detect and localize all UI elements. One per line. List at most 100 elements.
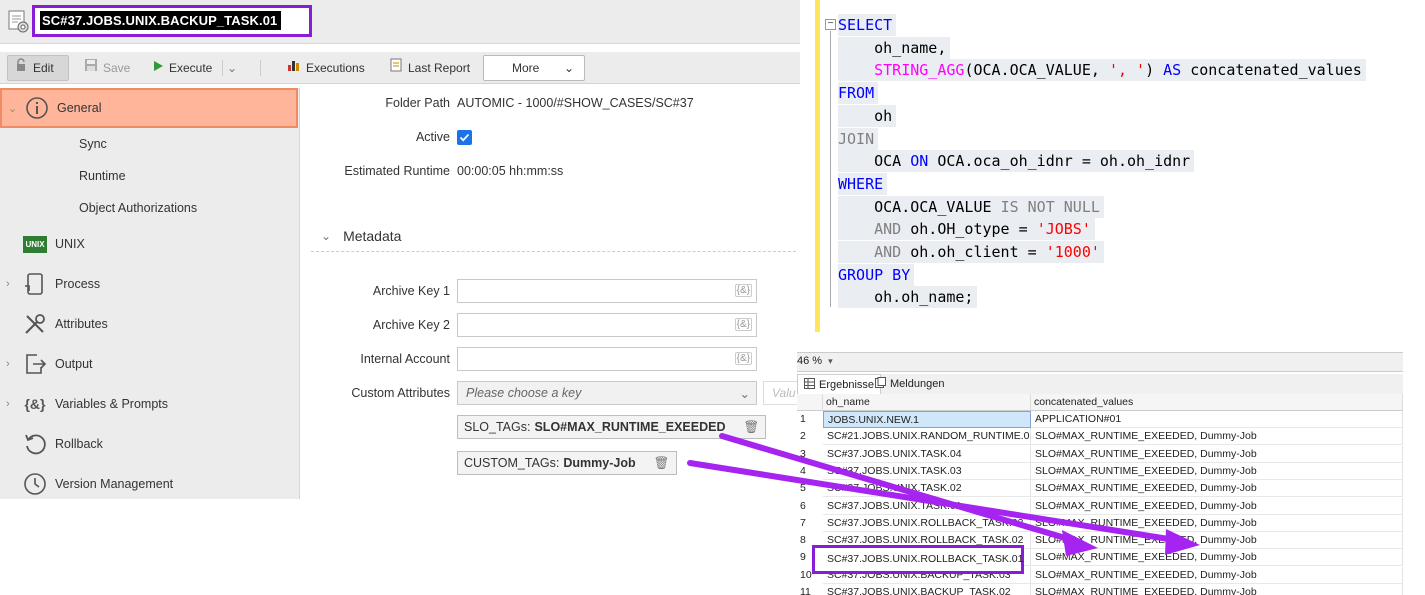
tag-key: SLO_TAGs: — [464, 420, 531, 434]
execute-label: Execute — [169, 61, 213, 75]
sidebar-item-label: Version Management — [55, 477, 174, 491]
tab-label: Ergebnisse — [819, 378, 875, 391]
metadata-section-header[interactable]: ⌄ Metadata — [321, 228, 401, 244]
cell-concatenated-values[interactable]: SLO#MAX_RUNTIME_EXEEDED, Dummy-Job — [1031, 480, 1403, 498]
sql-line: oh.oh_name; — [838, 286, 978, 309]
cell-oh-name[interactable]: SC#37.JOBS.UNIX.ROLLBACK_TASK.03 — [823, 514, 1031, 532]
execute-button[interactable]: Execute — [146, 55, 218, 81]
tag-value: SLO#MAX_RUNTIME_EXEEDED — [534, 420, 726, 434]
expand-chevron-icon[interactable]: › — [6, 278, 10, 290]
sql-editor[interactable]: − SELECT oh_name, STRING_AGG(OCA.OCA_VAL… — [815, 0, 1425, 332]
sidebar-item-rollback[interactable]: Rollback — [0, 424, 298, 464]
collapse-chevron-icon[interactable]: ⌄ — [8, 102, 17, 115]
more-dropdown[interactable]: More ⌄ — [483, 55, 585, 81]
estimated-runtime-value: 00:00:05 hh:mm:ss — [457, 164, 564, 178]
trash-icon[interactable]: 🗑 — [743, 420, 759, 435]
folder-path-value: AUTOMIC - 1000/#SHOW_CASES/SC#37 — [457, 96, 694, 110]
save-button[interactable]: Save — [78, 55, 136, 81]
cell-concatenated-values[interactable]: SLO#MAX_RUNTIME_EXEEDED, Dummy-Job — [1031, 514, 1403, 532]
cell-oh-name[interactable]: SC#37.JOBS.UNIX.BACKUP_TASK.02 — [823, 584, 1031, 595]
last-report-button[interactable]: Last Report — [383, 55, 476, 81]
sidebar-item-output[interactable]: › Output — [0, 344, 298, 384]
row-number[interactable]: 6 — [797, 498, 823, 515]
object-title: SC#37.JOBS.UNIX.BACKUP_TASK.01 — [40, 11, 282, 30]
info-icon — [24, 95, 50, 121]
sql-line: STRING_AGG(OCA.OCA_VALUE, ', ') AS conca… — [838, 59, 1366, 82]
sidebar-subitem-runtime[interactable]: Runtime — [79, 169, 126, 183]
unix-icon: UNIX — [22, 231, 48, 257]
row-number[interactable]: 1 — [797, 411, 823, 428]
custom-attribute-key-select[interactable]: Please choose a key ⌄ — [457, 381, 757, 405]
row-header-corner — [797, 394, 823, 411]
variable-picker-icon[interactable]: {&} — [734, 284, 752, 297]
cell-concatenated-values[interactable]: SLO#MAX_RUNTIME_EXEEDED, Dummy-Job — [1031, 532, 1403, 550]
variable-picker-icon[interactable]: {&} — [734, 352, 752, 365]
cell-concatenated-values[interactable]: SLO#MAX_RUNTIME_EXEEDED, Dummy-Job — [1031, 584, 1403, 595]
report-icon — [389, 55, 403, 81]
tab-label: Meldungen — [890, 378, 945, 390]
cell-oh-name[interactable]: SC#21.JOBS.UNIX.RANDOM_RUNTIME.004 — [823, 428, 1031, 446]
active-label: Active — [415, 130, 450, 144]
save-icon — [84, 55, 98, 81]
sidebar-item-process[interactable]: › Process — [0, 264, 298, 304]
cell-concatenated-values[interactable]: SLO#MAX_RUNTIME_EXEEDED, Dummy-Job — [1031, 445, 1403, 463]
column-header-oh-name[interactable]: oh_name — [823, 394, 1031, 411]
sidebar-subitem-object-authorizations[interactable]: Object Authorizations — [79, 201, 197, 215]
sidebar-subitem-sync[interactable]: Sync — [79, 137, 107, 151]
archive-key-1-input[interactable]: {&} — [457, 279, 757, 303]
zoom-select[interactable]: 46 % ▾ — [797, 355, 833, 367]
cell-concatenated-values[interactable]: SLO#MAX_RUNTIME_EXEEDED, Dummy-Job — [1031, 462, 1403, 480]
sidebar-item-unix[interactable]: UNIX UNIX — [0, 224, 298, 264]
custom-tag-chip: CUSTOM_TAGs: Dummy-Job 🗑 — [457, 451, 677, 475]
sidebar-item-general[interactable]: ⌄ General — [0, 88, 298, 128]
clock-icon — [22, 471, 48, 497]
sidebar-item-variables-prompts[interactable]: › {&} Variables & Prompts — [0, 384, 298, 424]
cell-concatenated-values[interactable]: SLO#MAX_RUNTIME_EXEEDED, Dummy-Job — [1031, 497, 1403, 515]
key-select-placeholder: Please choose a key — [466, 386, 582, 400]
sidebar-item-label: General — [57, 101, 102, 115]
column-header-concatenated-values[interactable]: concatenated_values — [1031, 394, 1403, 411]
active-checkbox[interactable] — [457, 130, 472, 145]
variable-picker-icon[interactable]: {&} — [734, 318, 752, 331]
custom-attribute-value-input[interactable]: Valu — [763, 381, 798, 405]
cell-oh-name[interactable]: JOBS.UNIX.NEW.1 — [823, 411, 1031, 428]
sidebar-item-version-management[interactable]: Version Management — [0, 464, 298, 504]
sidebar-item-attributes[interactable]: Attributes — [0, 304, 298, 344]
outline-guide — [830, 31, 831, 307]
row-number[interactable]: 2 — [797, 428, 823, 445]
internal-account-input[interactable]: {&} — [457, 347, 757, 371]
execute-dropdown-chevron-icon[interactable]: ⌄ — [222, 60, 241, 76]
chevron-down-icon: ⌄ — [739, 387, 750, 401]
sidebar-item-label: Variables & Prompts — [55, 397, 169, 411]
cell-concatenated-values[interactable]: SLO#MAX_RUNTIME_EXEEDED, Dummy-Job — [1031, 428, 1403, 446]
row-number[interactable]: 5 — [797, 480, 823, 497]
process-icon — [22, 271, 48, 297]
cell-concatenated-values[interactable]: SLO#MAX_RUNTIME_EXEEDED, Dummy-Job — [1031, 566, 1403, 584]
cell-oh-name[interactable]: SC#37.JOBS.UNIX.TASK.02 — [823, 480, 1031, 498]
trash-icon[interactable]: 🗑 — [654, 456, 670, 471]
tag-value: Dummy-Job — [563, 456, 636, 470]
cell-oh-name[interactable]: SC#37.JOBS.UNIX.TASK.01 — [823, 497, 1031, 515]
sidebar-item-label: Attributes — [55, 317, 108, 331]
row-number[interactable]: 11 — [797, 584, 823, 595]
last-report-label: Last Report — [408, 61, 471, 75]
cell-concatenated-values[interactable]: SLO#MAX_RUNTIME_EXEEDED, Dummy-Job — [1031, 549, 1403, 567]
cell-concatenated-values[interactable]: APPLICATION#01 — [1031, 411, 1403, 428]
expand-chevron-icon[interactable]: › — [6, 358, 10, 370]
archive-key-2-input[interactable]: {&} — [457, 313, 757, 337]
sql-line: OCA ON OCA.oca_oh_idnr = oh.oh_idnr — [838, 150, 1195, 173]
collapse-region-icon[interactable]: − — [825, 19, 836, 30]
expand-chevron-icon[interactable]: › — [6, 398, 10, 410]
executions-button[interactable]: Executions — [281, 55, 371, 81]
cell-oh-name[interactable]: SC#37.JOBS.UNIX.TASK.03 — [823, 462, 1031, 480]
sql-line: OCA.OCA_VALUE IS NOT NULL — [838, 195, 1104, 218]
edit-button[interactable]: Edit — [7, 55, 69, 81]
row-number[interactable]: 3 — [797, 446, 823, 463]
row-number[interactable]: 4 — [797, 463, 823, 480]
grid-icon — [804, 377, 815, 392]
tab-messages[interactable]: Meldungen — [869, 374, 950, 394]
row-number[interactable]: 7 — [797, 515, 823, 532]
zoom-value: 46 % — [797, 355, 823, 367]
change-marker-bar — [815, 0, 820, 332]
cell-oh-name[interactable]: SC#37.JOBS.UNIX.TASK.04 — [823, 445, 1031, 463]
